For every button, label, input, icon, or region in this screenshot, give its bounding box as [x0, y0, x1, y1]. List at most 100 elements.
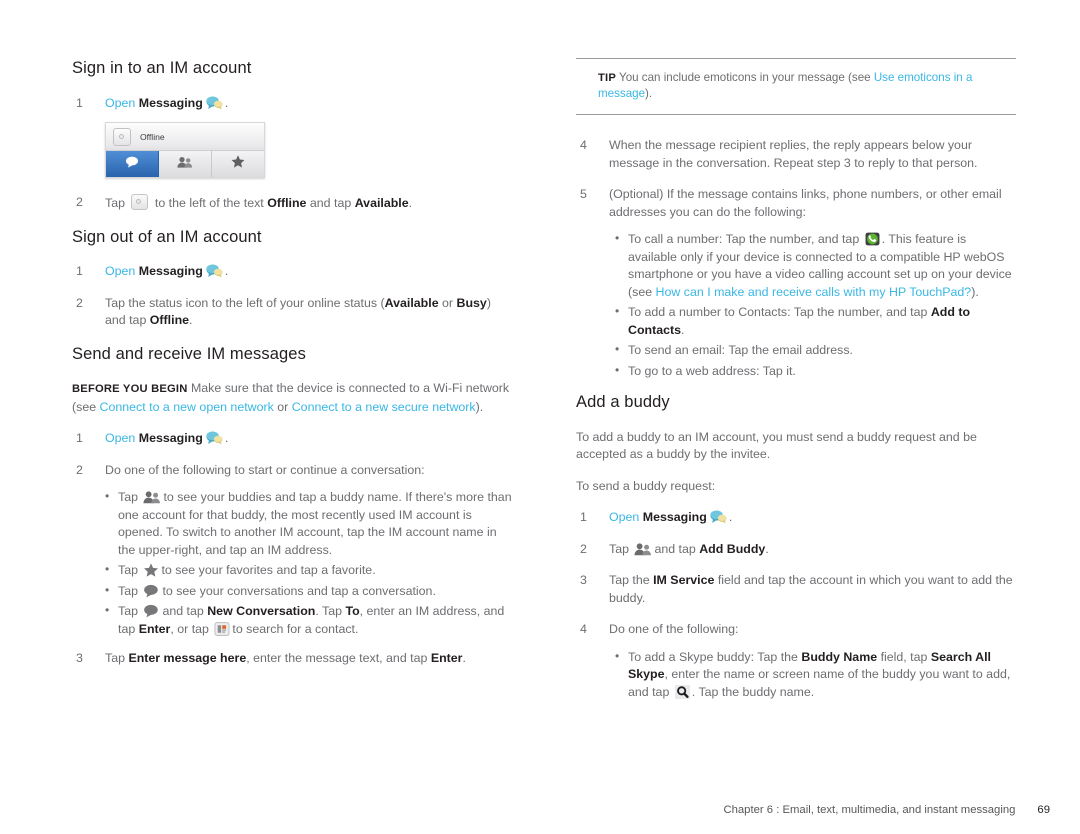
step-send-1: 1 Open Messaging .	[72, 430, 512, 448]
step-text-pre: Tap the	[609, 573, 654, 588]
period: .	[765, 541, 769, 556]
step-addbuddy-2: 2 Tap and tap Add Buddy.	[576, 541, 1016, 559]
period: .	[224, 264, 229, 279]
step-text: When the message recipient replies, the …	[609, 138, 978, 170]
byb-text-post: ).	[475, 399, 484, 414]
buddies-people-icon	[634, 542, 652, 556]
status-dot-button-icon	[131, 194, 149, 211]
send-receive-bullet-list: Tap to see your buddies and tap a buddy …	[72, 488, 512, 638]
messaging-app-label: Messaging	[138, 264, 203, 279]
bullet-text-mid4: , or tap	[170, 621, 209, 636]
offline-label: Offline	[149, 313, 190, 328]
step-addbuddy-3: 3 Tap the IM Service field and tap the ac…	[576, 572, 1016, 607]
messaging-app-label: Messaging	[642, 510, 707, 525]
bullet-send-email: To send an email: Tap the email address.	[615, 341, 1016, 360]
messaging-icon	[206, 431, 223, 445]
step-text: (Optional) If the message contains links…	[609, 187, 1002, 219]
right-column: TIP You can include emoticons in your me…	[576, 58, 1016, 713]
tab-buddies[interactable]	[159, 151, 212, 178]
new-conversation-label: New Conversation	[207, 604, 316, 619]
bullet-favorites: Tap to see your favorites and tap a favo…	[105, 561, 512, 580]
heading-add-a-buddy: Add a buddy	[576, 393, 670, 411]
page-number: 69	[1037, 804, 1050, 816]
send-buddy-request-subintro: To send a buddy request:	[576, 478, 716, 493]
step-text-mid: to the left of the text	[154, 196, 264, 211]
step-send-3: 3 Tap Enter message here, enter the messa…	[72, 650, 512, 668]
buddies-people-icon	[143, 490, 161, 504]
open-link[interactable]: Open	[105, 431, 135, 445]
add-buddy-label: Add Buddy	[699, 541, 766, 556]
step-number: 3	[76, 651, 83, 666]
available-label: Available	[354, 196, 409, 211]
available-label: Available	[384, 295, 439, 310]
step-number: 2	[76, 462, 83, 477]
step-number: 1	[76, 95, 83, 110]
page-footer: Chapter 6 : Email, text, multimedia, and…	[0, 804, 1080, 816]
step-signin-2: 2 Tap to the left of the text Offline and…	[72, 194, 512, 213]
bullet-new-conversation: Tap and tap New Conversation. Tap To, en…	[105, 602, 512, 638]
tip-text-post: ).	[645, 87, 653, 100]
bullet-text-mid2: . Tap	[315, 604, 342, 619]
document-page: Sign in to an IM account 1 Open Messagin…	[0, 0, 1080, 834]
bullet-call-number: To call a number: Tap the number, and ta…	[615, 230, 1016, 301]
tab-conversations[interactable]	[106, 151, 159, 178]
footer-chapter-text: Chapter 6 : Email, text, multimedia, and…	[723, 804, 1016, 816]
messaging-icon	[206, 96, 223, 110]
bullet-text-pre: Tap	[118, 583, 138, 598]
enter-message-here-label: Enter message here	[128, 651, 247, 666]
open-link[interactable]: Open	[105, 264, 135, 278]
how-to-make-calls-link[interactable]: How can I make and receive calls with my…	[656, 285, 972, 299]
step-number: 1	[580, 510, 587, 525]
heading-sign-out-of-an-im-account: Sign out of an IM account	[72, 227, 262, 246]
connect-open-network-link[interactable]: Connect to a new open network	[100, 400, 274, 414]
step-number: 4	[580, 138, 587, 152]
step-number: 5	[580, 187, 587, 201]
open-link[interactable]: Open	[105, 96, 135, 110]
bullet-text-post: .	[681, 322, 685, 337]
bullet-text-mid1: and tap	[162, 604, 204, 619]
tab-favorites[interactable]	[212, 151, 264, 178]
screenshot-tab-bar	[106, 151, 264, 178]
step-number: 1	[76, 264, 83, 279]
connect-secure-network-link[interactable]: Connect to a new secure network	[292, 400, 476, 414]
offline-label: Offline	[267, 196, 307, 211]
before-you-begin-label: BEFORE YOU BEGIN	[72, 383, 188, 396]
step-text-mid2: and tap	[309, 196, 352, 211]
period: .	[189, 313, 193, 328]
period: .	[462, 651, 466, 666]
step-number: 2	[76, 295, 83, 310]
bullet-text-post: ).	[971, 284, 979, 299]
bullet-text-post: to search for a contact.	[232, 621, 359, 636]
period: .	[224, 431, 229, 446]
step-number: 2	[76, 195, 83, 210]
before-you-begin-note: BEFORE YOU BEGIN Make sure that the devi…	[72, 380, 512, 416]
bullet-buddies: Tap to see your buddies and tap a buddy …	[105, 488, 512, 559]
bullet-text-post: to see your favorites and tap a favorite…	[161, 563, 376, 578]
bullet-conversations: Tap to see your conversations and tap a …	[105, 582, 512, 601]
period: .	[728, 510, 733, 525]
bullet-add-skype-buddy: To add a Skype buddy: Tap the Buddy Name…	[615, 648, 1016, 702]
search-magnifier-icon	[674, 684, 690, 699]
period: .	[224, 95, 229, 110]
messaging-app-label: Messaging	[138, 431, 203, 446]
step-signout-2: 2 Tap the status icon to the left of your…	[72, 295, 512, 330]
step-5: 5 (Optional) If the message contains link…	[576, 186, 1016, 221]
messaging-icon	[206, 264, 223, 278]
status-dot-button-icon[interactable]	[113, 127, 131, 146]
contact-search-icon	[214, 621, 230, 636]
bullet-text-mid1: field, tap	[877, 649, 931, 664]
screenshot-status-bar: Offline	[106, 123, 264, 152]
add-buddy-intro: To add a buddy to an IM account, you mus…	[576, 429, 977, 462]
busy-label: Busy	[456, 295, 487, 310]
bullet-text-pre: Tap	[118, 563, 138, 578]
step-text: Do one of the following:	[609, 622, 739, 637]
byb-text-mid: or	[273, 399, 292, 414]
step-addbuddy-4: 4 Do one of the following:	[576, 621, 1016, 639]
tip-text-pre: You can include emoticons in your messag…	[616, 71, 874, 84]
step-number: 4	[580, 622, 587, 637]
enter-key-label: Enter	[430, 651, 463, 666]
step-signout-1: 1 Open Messaging .	[72, 263, 512, 281]
status-label: Offline	[140, 131, 165, 142]
open-link[interactable]: Open	[609, 510, 639, 524]
bullet-text-pre: To add a Skype buddy: Tap the	[628, 649, 802, 664]
